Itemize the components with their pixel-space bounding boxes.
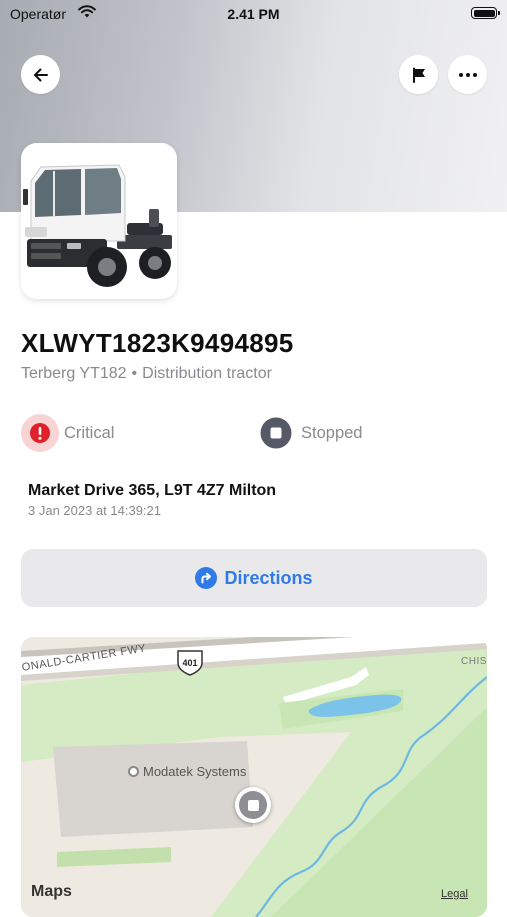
flag-icon	[412, 67, 425, 83]
location-address: Market Drive 365, L9T 4Z7 Milton	[28, 482, 277, 499]
maps-attribution-label: Maps	[31, 883, 72, 900]
legal-link[interactable]: Legal	[441, 888, 468, 900]
status-time: 2.41 PM	[227, 6, 280, 22]
vehicle-subtitle: Terberg YT182 • Distribution tractor	[21, 365, 272, 383]
engine-status: Stopped	[257, 414, 362, 452]
status-row: Critical Stopped	[21, 414, 487, 452]
directions-button[interactable]: Directions	[21, 549, 487, 607]
alert-status: Critical	[21, 414, 114, 452]
location-timestamp: 3 Jan 2023 at 14:39:21	[28, 503, 162, 518]
arrow-left-icon	[33, 68, 48, 81]
poi-dot-icon	[128, 766, 139, 777]
poi-marker[interactable]: Modatek Systems	[128, 764, 246, 779]
maps-attribution: Maps	[31, 883, 72, 901]
more-options-button[interactable]	[448, 55, 487, 94]
poi-label: Modatek Systems	[143, 764, 247, 779]
vehicle-map-pin[interactable]	[235, 787, 271, 823]
subtitle-separator: •	[131, 365, 138, 382]
directions-label: Directions	[224, 567, 313, 588]
battery-icon	[471, 7, 500, 19]
back-button[interactable]	[21, 55, 60, 94]
location-map[interactable]: 401 ONALD-CARTIER FWY CHIS Modatek Syste…	[21, 637, 487, 917]
exclamation-circle-icon	[21, 414, 59, 452]
stop-square-icon	[239, 791, 267, 819]
vehicle-type: Distribution tractor	[142, 365, 272, 382]
vehicle-id: XLWYT1823K9494895	[21, 328, 294, 358]
turn-right-arrow-icon	[195, 567, 218, 589]
status-bar: Operatør 2.41 PM	[0, 0, 507, 30]
ellipsis-icon	[458, 72, 477, 77]
street-label: CHIS	[461, 656, 487, 667]
stop-square-icon	[257, 414, 295, 452]
flag-button[interactable]	[399, 55, 438, 94]
vehicle-photo	[21, 143, 177, 299]
engine-status-label: Stopped	[301, 423, 363, 442]
alert-status-label: Critical	[64, 423, 115, 442]
highway-shield-number: 401	[182, 658, 197, 668]
vehicle-model: Terberg YT182	[21, 365, 127, 382]
